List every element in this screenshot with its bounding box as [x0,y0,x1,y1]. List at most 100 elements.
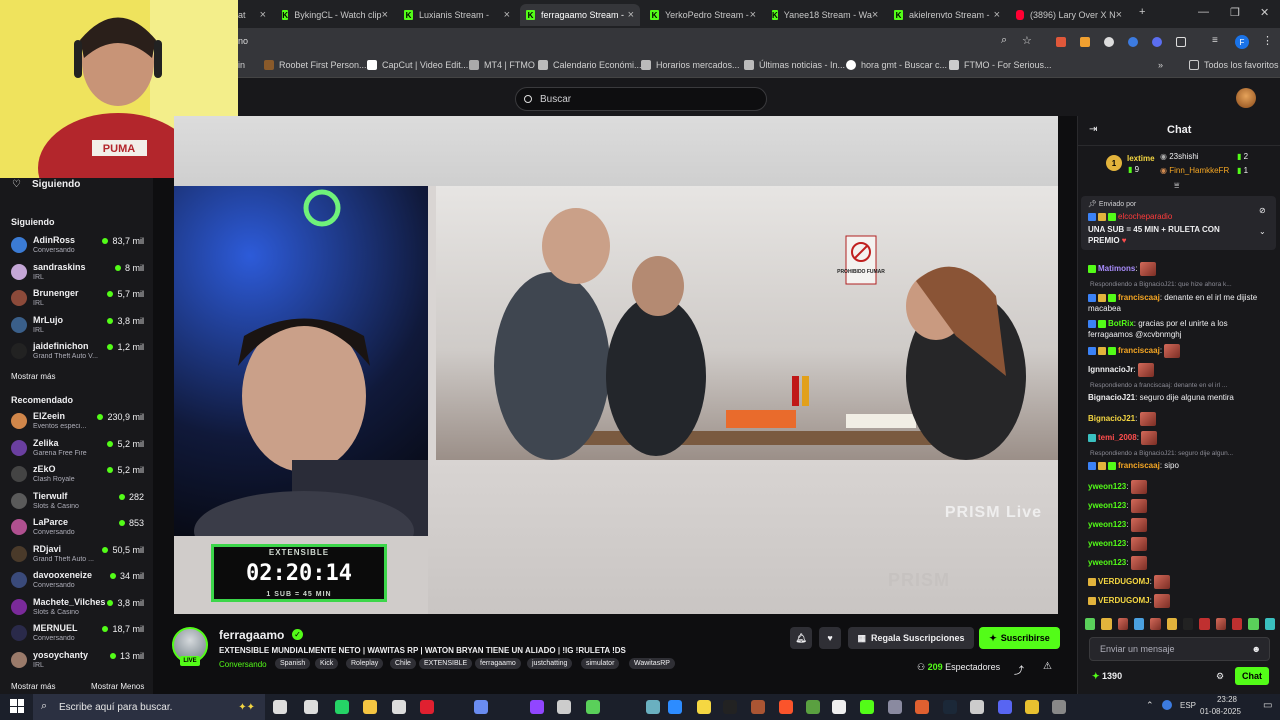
browser-tab[interactable]: at × [232,4,272,26]
close-tab-icon[interactable]: × [750,9,756,21]
bookmark-item[interactable]: in [238,60,245,70]
chat-username[interactable]: VERDUGOMJ [1098,596,1150,605]
app-icon[interactable] [1052,700,1066,714]
close-tab-icon[interactable]: × [1116,9,1122,21]
settings-icon[interactable] [557,700,571,714]
file-explorer-icon[interactable] [363,700,377,714]
channel-row[interactable]: Brunenger IRL 5,7 mil [11,287,147,313]
chat-username[interactable]: yweon123 [1088,520,1126,529]
emote-icon[interactable] [1166,618,1177,630]
streamer-name[interactable]: ferragaamo [219,628,284,642]
profile-icon[interactable]: F [1235,35,1249,49]
stream-tag[interactable]: Spanish [275,658,311,669]
chat-username[interactable]: BignacioJ21 [1088,414,1135,423]
chat-username[interactable]: Matimons [1098,264,1135,273]
chat-message[interactable]: BignacioJ21: [1088,412,1156,426]
stream-tag[interactable]: simulator [581,658,620,669]
minecraft-icon[interactable] [806,700,820,714]
clock-date[interactable]: 01-08-2025 [1200,707,1241,716]
close-tab-icon[interactable]: × [994,9,1000,21]
chat-settings-icon[interactable]: ⚙ [1216,671,1224,682]
extension-icon[interactable] [1056,37,1066,47]
channel-row[interactable]: MrLujo IRL 3,8 mil [11,314,147,340]
app-icon[interactable] [646,700,660,714]
windows-start-icon[interactable] [10,699,24,713]
bookmark-item[interactable]: Calendario Económi... [538,60,642,70]
close-window-icon[interactable]: ✕ [1260,6,1269,19]
copilot-icon[interactable] [474,700,488,714]
show-more-link[interactable]: Mostrar más [11,372,55,381]
channel-row[interactable]: MERNUEL Conversando 18,7 mil [11,622,147,648]
chat-username[interactable]: yweon123 [1088,558,1126,567]
app-icon[interactable] [586,700,600,714]
follow-heart-button[interactable]: ♥ [819,627,841,649]
chat-message[interactable]: yweon123: [1088,518,1147,532]
all-bookmarks[interactable]: Todos los favoritos [1189,60,1279,70]
unpin-icon[interactable]: ⊘ [1259,206,1266,215]
emote-icon[interactable] [1150,618,1161,630]
channel-row[interactable]: zEkO Clash Royale 5,2 mil [11,463,147,489]
chat-message[interactable]: VERDUGOMJ: [1088,575,1171,589]
close-tab-icon[interactable]: × [382,9,388,21]
menu-kebab-icon[interactable]: ⋮ [1262,34,1273,47]
channel-row[interactable]: yosoychanty IRL 13 mil [11,649,147,675]
channel-row[interactable]: ElZeein Eventos especi... 230,9 mil [11,410,147,436]
stream-tag[interactable]: Kick [315,658,339,669]
channel-row[interactable]: davooxeneize Conversando 34 mil [11,569,147,595]
task-view-icon[interactable] [273,700,287,714]
chat-username[interactable]: IgnnnacioJr [1088,365,1133,374]
chat-username[interactable]: VERDUGOMJ [1098,577,1150,586]
channel-row[interactable]: AdinRoss Conversando 83,7 mil [11,234,147,260]
app-icon[interactable] [888,700,902,714]
tiktok-icon[interactable] [723,700,737,714]
extension-icon[interactable] [1080,37,1090,47]
twitch-icon[interactable] [530,700,544,714]
chat-username[interactable]: franciscaaj [1118,346,1160,355]
emote-icon[interactable] [1101,618,1112,630]
leaderboard-name[interactable]: ◉ 23shishi [1160,152,1199,161]
notification-bell-button[interactable]: 🔔︎ [790,627,812,649]
stream-tag[interactable]: EXTENSIBLE [419,658,473,669]
whatsapp-icon[interactable] [335,700,349,714]
opera-icon[interactable] [420,700,434,714]
chat-message[interactable]: yweon123: [1088,537,1147,551]
emote-icon[interactable] [1117,618,1128,630]
chat-input[interactable]: Enviar un mensaje ☻ [1089,637,1270,661]
bookmark-item[interactable]: CapCut | Video Edit... [367,60,468,70]
notes-icon[interactable] [697,700,711,714]
send-chat-button[interactable]: Chat [1235,667,1269,685]
emote-icon[interactable] [1248,618,1259,630]
bookmark-item[interactable]: Horarios mercados... [641,60,740,70]
following-header[interactable]: Siguiendo [32,179,80,190]
chat-message[interactable]: temi_2008: [1088,431,1158,445]
channel-points[interactable]: ✦ 1390 [1092,671,1122,682]
notepad-icon[interactable] [392,700,406,714]
user-avatar[interactable] [1236,88,1256,108]
extensions-puzzle-icon[interactable] [1176,37,1186,47]
app-icon[interactable] [915,700,929,714]
taskbar-search-input[interactable]: ⌕ Escribe aquí para buscar. ✦✦ [33,694,265,720]
address-input[interactable]: no [238,36,248,46]
chat-message[interactable]: yweon123: [1088,499,1147,513]
bookmark-item[interactable]: FTMO - For Serious... [949,60,1052,70]
chat-message[interactable]: BignacioJ21: seguro dije alguna mentira [1088,393,1234,402]
gift-subs-button[interactable]: ▦ Regala Suscripciones [848,627,974,649]
browser-tab[interactable]: K YerkoPedro Stream - × [644,4,762,26]
bookmark-item[interactable]: Roobet First Person... [264,60,367,70]
minimize-icon[interactable]: — [1198,6,1209,18]
chat-username[interactable]: yweon123 [1088,501,1126,510]
bookmarks-overflow-icon[interactable]: » [1158,60,1163,70]
bookmark-item[interactable]: Últimas noticias - In... [744,60,845,70]
extension-icon[interactable] [1128,37,1138,47]
chat-message[interactable]: franciscaaj: sipo [1088,461,1179,470]
browser-tab[interactable]: K BykingCL - Watch clip × [276,4,394,26]
stream-tag[interactable]: ferragaamo [475,658,521,669]
app-icon[interactable] [970,700,984,714]
show-less-link[interactable]: Mostrar Menos [91,682,144,691]
new-tab-button[interactable]: + [1139,6,1145,18]
report-warning-icon[interactable]: ⚠ [1043,661,1052,672]
tray-app-icon[interactable] [1162,700,1172,710]
stream-tag[interactable]: Roleplay [346,658,384,669]
close-tab-icon[interactable]: × [260,9,266,21]
leaderboard-name[interactable]: lextime [1127,154,1155,163]
